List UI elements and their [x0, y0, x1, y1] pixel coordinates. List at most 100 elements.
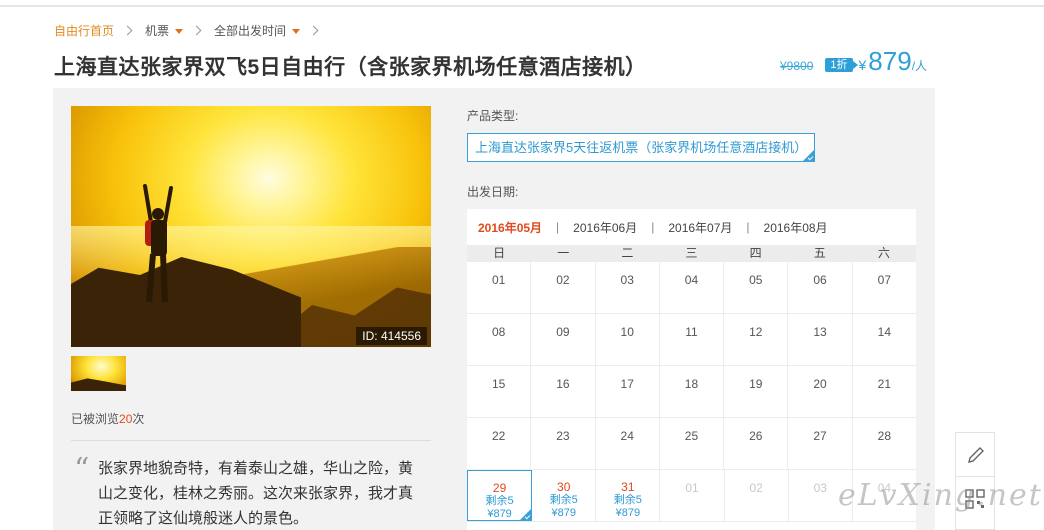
calendar-day: 06	[788, 262, 853, 313]
day-number: 11	[685, 325, 698, 339]
day-number: 26	[749, 429, 763, 443]
day-number: 17	[620, 377, 634, 391]
calendar-day-available[interactable]: 29 剩余5 ¥879	[467, 470, 533, 521]
calendar-day: 07	[853, 262, 916, 313]
product-type-option[interactable]: 上海直达张家界5天往返机票（张家界机场任意酒店接机）	[467, 133, 815, 162]
calendar-day: 10	[596, 314, 660, 365]
calendar-week: 15 16 17 18 19 20 21	[467, 366, 916, 418]
calendar-day: 09	[531, 314, 596, 365]
month-tabs: 2016年05月 | 2016年06月 | 2016年07月 | 2016年08月	[467, 209, 916, 245]
month-tab[interactable]: 2016年07月	[668, 219, 732, 236]
month-tab[interactable]: 2016年08月	[764, 219, 828, 236]
calendar-day: 23	[531, 418, 596, 469]
price-unit: /人	[911, 59, 928, 73]
gallery-thumbnail[interactable]	[71, 356, 126, 391]
view-count-number: 20	[119, 412, 133, 426]
product-type-label: 产品类型:	[467, 109, 519, 123]
view-count-suffix: 次	[132, 412, 145, 426]
day-number: 24	[620, 429, 634, 443]
day-number: 28	[877, 429, 891, 443]
day-number: 01	[491, 273, 506, 287]
day-number: 22	[491, 429, 506, 443]
calendar-day: 21	[853, 366, 916, 417]
breadcrumb: 自由行首页 机票 全部出发时间	[54, 22, 331, 38]
day-stock: 剩余5	[549, 494, 578, 506]
calendar-day: 26	[724, 418, 789, 469]
top-divider	[0, 5, 1044, 7]
calendar-day: 02	[725, 470, 789, 521]
hiker-figure	[143, 184, 173, 303]
month-tab[interactable]: 2016年06月	[573, 219, 637, 236]
day-number: 02	[556, 273, 570, 287]
day-number: 13	[813, 325, 827, 339]
view-count: 已被浏览20次	[71, 410, 144, 427]
day-stock: 剩余5	[485, 495, 514, 507]
day-number: 31	[621, 480, 635, 494]
pencil-icon	[968, 447, 984, 463]
weekday-label: 二	[621, 246, 634, 260]
calendar-day-available[interactable]: 30 剩余5 ¥879	[532, 470, 597, 521]
breadcrumb-departure-label: 全部出发时间	[214, 23, 287, 38]
product-quote: 张家界地貌奇特，有着泰山之雄，华山之险，黄山之变化，桂林之秀丽。这次来张家界，我…	[98, 460, 414, 527]
day-number: 04	[684, 273, 699, 287]
month-tab[interactable]: 2016年05月	[478, 219, 542, 236]
calendar-day: 15	[467, 366, 532, 417]
thumbnail-rock	[71, 378, 126, 391]
month-separator: |	[651, 220, 655, 234]
day-number: 20	[813, 377, 827, 391]
current-price: ¥879/人	[859, 46, 928, 81]
breadcrumb-category-dropdown[interactable]: 机票	[145, 22, 184, 39]
calendar-day: 14	[853, 314, 916, 365]
day-number: 03	[620, 273, 634, 287]
calendar-day: 16	[531, 366, 596, 417]
day-number: 02	[749, 481, 763, 495]
weekday-label: 日	[493, 246, 506, 260]
day-number: 29	[492, 481, 507, 495]
day-number: 18	[684, 377, 699, 391]
day-number: 09	[556, 325, 570, 339]
day-number: 01	[685, 481, 699, 495]
calendar-day: 01	[467, 262, 532, 313]
calendar-day: 22	[467, 418, 532, 469]
weekday-label: 四	[749, 246, 762, 260]
product-type-option-label: 上海直达张家界5天往返机票（张家界机场任意酒店接机）	[475, 140, 808, 155]
calendar-week: 22 23 24 25 26 27 28	[467, 418, 916, 470]
month-separator: |	[556, 220, 560, 234]
weekday-label: 三	[685, 246, 698, 260]
day-number: 23	[556, 429, 570, 443]
calendar-day: 19	[724, 366, 789, 417]
calendar-day: 25	[660, 418, 725, 469]
day-number: 07	[877, 273, 891, 287]
departure-date-label: 出发日期:	[467, 185, 519, 199]
day-price: ¥879	[615, 507, 641, 519]
caret-down-icon	[292, 28, 301, 34]
price-box: ¥9800 1折 ¥879/人	[780, 46, 927, 81]
currency-symbol: ¥	[858, 57, 867, 73]
site-watermark: eLvXing.net	[838, 478, 1043, 513]
chevron-right-icon	[308, 25, 319, 35]
day-number: 25	[684, 429, 699, 443]
day-number: 27	[813, 429, 827, 443]
day-price: ¥879	[551, 507, 576, 519]
calendar-day: 18	[660, 366, 725, 417]
feedback-button[interactable]	[956, 433, 994, 477]
day-number: 30	[557, 480, 571, 494]
calendar-day-available[interactable]: 31 剩余5 ¥879	[596, 470, 661, 521]
calendar-day: 02	[531, 262, 596, 313]
current-price-value: 879	[868, 46, 912, 76]
day-number: 12	[749, 325, 763, 339]
calendar-day: 13	[788, 314, 853, 365]
chevron-right-icon	[122, 25, 133, 35]
weekday-header: 日一二三四五六	[467, 245, 916, 262]
day-number: 19	[749, 377, 763, 391]
day-number: 14	[877, 325, 891, 339]
day-number: 08	[491, 325, 506, 339]
original-price: ¥9800	[780, 59, 814, 73]
day-number: 15	[491, 377, 506, 391]
breadcrumb-home-link[interactable]: 自由行首页	[54, 22, 114, 39]
breadcrumb-departure-dropdown[interactable]: 全部出发时间	[214, 22, 301, 39]
main-photo[interactable]: ID: 414556	[71, 106, 431, 347]
page-title: 上海直达张家界双飞5日自由行（含张家界机场任意酒店接机）	[54, 56, 647, 79]
calendar-day: 05	[724, 262, 789, 313]
calendar-day: 01	[660, 470, 725, 521]
